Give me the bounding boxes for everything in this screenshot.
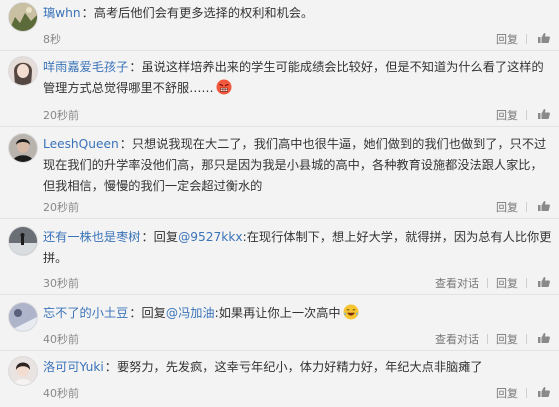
avatar-image (9, 3, 37, 31)
like-button[interactable] (535, 276, 551, 290)
comment-actions: 回复 (496, 107, 551, 123)
comment-item: 洛可可Yuki：要努力，先发疯，这幸亏年纪小，体力好精力好，年纪大点非脑瘫了 4… (0, 356, 559, 407)
comment-body: 忘不了的小土豆：回复@冯加油:如果再让你上一次高中 (43, 303, 553, 324)
action-divider (526, 34, 527, 44)
comment-time: 40秒前 (43, 387, 79, 400)
like-button[interactable] (535, 386, 551, 400)
comment-body: LeeshQueen：只想说我现在大二了，我们高中也很牛逼，她们做到的我们也做到… (43, 134, 553, 197)
avatar-image (9, 303, 37, 331)
comment-actions: 回复 (496, 199, 551, 215)
avatar[interactable] (8, 2, 38, 32)
action-divider (526, 388, 527, 398)
reply-button[interactable]: 回复 (496, 199, 518, 215)
action-divider (526, 202, 527, 212)
comment-time: 20秒前 (43, 201, 79, 214)
comment-item: 璃whn：高考后他们会有更多选择的权利和机会。 8秒 回复 (0, 2, 559, 50)
comment-body: 洛可可Yuki：要努力，先发疯，这幸亏年纪小，体力好精力好，年纪大点非脑瘫了 (43, 357, 553, 378)
mention-link[interactable]: @冯加油 (166, 306, 215, 320)
comment-divider (0, 350, 559, 351)
comment-author[interactable]: 还有一株也是枣树 (43, 230, 141, 244)
like-button[interactable] (535, 108, 551, 122)
comment-actions: 查看对话 回复 (435, 275, 551, 291)
view-dialog-button[interactable]: 查看对话 (435, 331, 479, 347)
like-button[interactable] (535, 32, 551, 46)
avatar-image (9, 357, 37, 385)
comment-divider (0, 50, 559, 51)
avatar-image (9, 134, 37, 162)
comment-body: 璃whn：高考后他们会有更多选择的权利和机会。 (43, 3, 553, 24)
action-divider (487, 278, 488, 288)
comment-item: 咩雨嘉爱毛孩子：虽说这样培养出来的学生可能成绩会比较好，但是不知道为什么看了这样… (0, 56, 559, 126)
avatar[interactable] (8, 302, 38, 332)
reply-button[interactable]: 回复 (496, 31, 518, 47)
action-divider (526, 278, 527, 288)
thumb-up-icon (538, 333, 550, 343)
reply-button[interactable]: 回复 (496, 275, 518, 291)
reply-button[interactable]: 回复 (496, 107, 518, 123)
thumb-up-icon (538, 387, 550, 397)
comment-text: :如果再让你上一次高中 (214, 306, 341, 320)
action-divider (487, 334, 488, 344)
action-divider (526, 334, 527, 344)
reply-button[interactable]: 回复 (496, 331, 518, 347)
avatar-image (9, 57, 37, 85)
comment-time: 20秒前 (43, 109, 79, 122)
reply-button[interactable]: 回复 (496, 385, 518, 401)
mention-link[interactable]: @9527kkx (178, 230, 243, 244)
comment-author[interactable]: 洛可可Yuki (43, 360, 104, 374)
comment-actions: 查看对话 回复 (435, 331, 551, 347)
comment-item: 还有一株也是枣树：回复@9527kkx:在现行体制下，想上好大学，就得拼，因为总… (0, 226, 559, 294)
comment-text-before: ：回复 (141, 230, 179, 244)
comment-author[interactable]: 璃whn (43, 6, 81, 20)
comment-text: ：要努力，先发疯，这幸亏年纪小，体力好精力好，年纪大点非脑瘫了 (104, 360, 483, 374)
avatar[interactable] (8, 56, 38, 86)
comment-body: 还有一株也是枣树：回复@9527kkx:在现行体制下，想上好大学，就得拼，因为总… (43, 227, 553, 269)
thumb-up-icon (538, 201, 550, 211)
comment-actions: 回复 (496, 31, 551, 47)
like-button[interactable] (535, 200, 551, 214)
comment-item: 忘不了的小土豆：回复@冯加油:如果再让你上一次高中 40秒前 查看对话 回复 (0, 302, 559, 350)
comment-time: 40秒前 (43, 333, 79, 346)
avatar[interactable] (8, 356, 38, 386)
view-dialog-button[interactable]: 查看对话 (435, 275, 479, 291)
comment-author[interactable]: 忘不了的小土豆 (43, 306, 128, 320)
comment-divider (0, 218, 559, 219)
comment-divider (0, 126, 559, 127)
comment-actions: 回复 (496, 385, 551, 401)
comment-divider (0, 294, 559, 295)
avatar[interactable] (8, 133, 38, 163)
comment-time: 8秒 (43, 33, 61, 46)
thumb-up-icon (538, 109, 550, 119)
thumb-up-icon (538, 277, 550, 287)
avatar-image (9, 227, 37, 255)
action-divider (526, 110, 527, 120)
avatar[interactable] (8, 226, 38, 256)
comment-list: 璃whn：高考后他们会有更多选择的权利和机会。 8秒 回复 咩雨嘉爱毛孩子：虽说… (0, 0, 559, 407)
like-button[interactable] (535, 332, 551, 346)
comment-text: ：高考后他们会有更多选择的权利和机会。 (81, 6, 314, 20)
comment-author[interactable]: 咩雨嘉爱毛孩子 (43, 60, 128, 74)
thumb-up-icon (538, 33, 550, 43)
laughing-tears-emoji (343, 304, 359, 320)
comment-body: 咩雨嘉爱毛孩子：虽说这样培养出来的学生可能成绩会比较好，但是不知道为什么看了这样… (43, 57, 553, 99)
comment-author[interactable]: LeeshQueen (43, 137, 119, 151)
comment-item: LeeshQueen：只想说我现在大二了，我们高中也很牛逼，她们做到的我们也做到… (0, 133, 559, 218)
comment-text-before: ：回复 (129, 306, 166, 320)
comment-time: 30秒前 (43, 277, 79, 290)
angry-face-emoji (216, 79, 232, 95)
